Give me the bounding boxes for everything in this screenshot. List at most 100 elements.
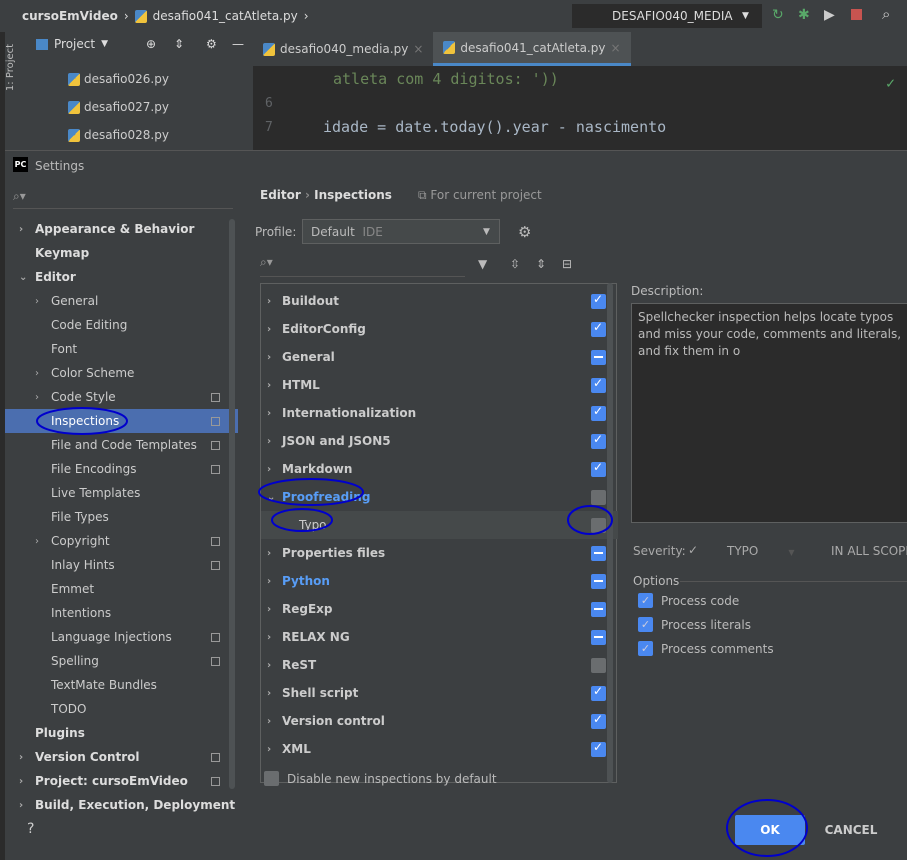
close-icon[interactable]: × [413,42,423,56]
tree-item[interactable]: Language Injections [5,625,238,649]
inspection-row[interactable]: › RegExp [261,595,618,623]
inspection-row[interactable]: › XML [261,735,618,763]
chevron-right-icon[interactable]: › [19,776,23,787]
inspection-row[interactable]: › JSON and JSON5 [261,427,618,455]
tree-scrollbar[interactable] [229,219,235,789]
chevron-right-icon[interactable]: › [267,324,271,335]
tree-item[interactable]: Keymap [5,241,238,265]
inspection-checkbox[interactable] [591,657,606,673]
inspection-checkbox[interactable] [591,489,606,505]
inspection-row[interactable]: ⌄ Proofreading [261,483,618,511]
chevron-down-icon[interactable]: ⌄ [267,492,275,503]
tab-desafio041[interactable]: desafio041_catAtleta.py × [433,32,631,66]
inspection-checkbox[interactable] [591,460,606,477]
option-checkbox[interactable]: ✓ Process comments [638,641,774,656]
inspection-checkbox[interactable] [591,376,606,393]
project-tool-button[interactable]: 1: Project [5,44,16,91]
tree-item[interactable]: Font [5,337,238,361]
inspection-row[interactable]: › Shell script [261,679,618,707]
chevron-right-icon[interactable]: › [267,408,271,419]
reset-icon[interactable]: ⊟ [562,257,572,271]
tree-item[interactable]: File Types [5,505,238,529]
tree-item[interactable]: Intentions [5,601,238,625]
search-icon[interactable]: ⌕ [882,5,890,23]
collapse-all-icon[interactable]: ⇕ [536,257,546,271]
run-config-dropdown[interactable]: DESAFIO040_MEDIA ▼ [572,4,762,28]
inspection-row[interactable]: › Buildout [261,287,618,315]
inspection-checkbox[interactable] [591,432,606,449]
breadcrumb-file[interactable]: desafio041_catAtleta.py [153,9,298,23]
expand-all-icon[interactable]: ⇳ [510,257,520,271]
inspection-checkbox[interactable] [591,545,606,561]
tree-item[interactable]: File Encodings [5,457,238,481]
inspection-row[interactable]: › HTML [261,371,618,399]
tree-item[interactable]: TODO [5,697,238,721]
tree-item[interactable]: Live Templates [5,481,238,505]
coverage-icon[interactable]: ▶ [824,7,835,23]
inspection-row[interactable]: Typo [261,511,618,539]
inspection-checkbox[interactable] [591,712,606,729]
project-view-selector[interactable]: Project [54,37,95,51]
help-button[interactable]: ? [27,821,34,837]
rerun-icon[interactable]: ↻ [772,7,784,23]
stop-icon[interactable] [851,9,862,20]
option-checkbox[interactable]: ✓ Process literals [638,617,751,632]
gear-icon[interactable]: ⚙ [518,223,531,241]
inspection-row[interactable]: › EditorConfig [261,315,618,343]
chevron-right-icon[interactable]: › [267,296,271,307]
inspection-checkbox[interactable] [591,404,606,421]
inspection-checkbox[interactable] [591,740,606,757]
disable-new-checkbox[interactable]: Disable new inspections by default [264,771,497,786]
tree-item[interactable]: File and Code Templates [5,433,238,457]
inspection-row[interactable]: › General [261,343,618,371]
close-icon[interactable]: × [610,41,620,55]
inspection-checkbox[interactable] [591,292,606,309]
tree-item[interactable]: › Color Scheme [5,361,238,385]
chevron-right-icon[interactable]: › [267,688,271,699]
collapse-icon[interactable]: ⇕ [174,37,184,51]
tree-item[interactable]: › Version Control [5,745,238,769]
inspection-checkbox[interactable] [591,320,606,337]
profile-dropdown[interactable]: Default IDE ▼ [302,219,500,244]
inspection-row[interactable]: › Version control [261,707,618,735]
tree-item[interactable]: ⌄ Editor [5,265,238,289]
chevron-right-icon[interactable]: › [267,436,271,447]
breadcrumb-project[interactable]: cursoEmVideo [22,9,118,23]
file-item[interactable]: desafio028.py [68,128,169,142]
chevron-right-icon[interactable]: › [267,380,271,391]
chevron-right-icon[interactable]: › [35,368,39,379]
inspection-row[interactable]: › Properties files [261,539,618,567]
tree-item[interactable]: › Build, Execution, Deployment [5,793,238,817]
gear-icon[interactable]: ⚙ [206,37,217,51]
inspection-row[interactable]: › Internationalization [261,399,618,427]
chevron-right-icon[interactable]: › [19,224,23,235]
file-item[interactable]: desafio026.py [68,72,169,86]
inspection-row[interactable]: › ReST [261,651,618,679]
inspection-checkbox[interactable] [591,573,606,589]
inspection-checkbox[interactable] [591,517,606,533]
option-checkbox[interactable]: ✓ Process code [638,593,739,608]
cancel-button[interactable]: CANCEL [815,815,887,845]
list-scrollbar[interactable] [607,283,613,783]
inspection-search-input[interactable]: ⌕▾ [260,255,465,277]
chevron-down-icon[interactable]: ⌄ [19,272,27,283]
chevron-right-icon[interactable]: › [267,576,271,587]
chevron-right-icon[interactable]: › [267,632,271,643]
chevron-right-icon[interactable]: › [267,660,271,671]
tree-item[interactable]: › Appearance & Behavior [5,217,238,241]
chevron-right-icon[interactable]: › [35,296,39,307]
tree-item[interactable]: Emmet [5,577,238,601]
chevron-right-icon[interactable]: › [19,800,23,811]
tree-item[interactable]: Code Editing [5,313,238,337]
inspection-row[interactable]: › Python [261,567,618,595]
inspection-checkbox[interactable] [591,601,606,617]
inspection-row[interactable]: › Markdown [261,455,618,483]
tab-desafio040[interactable]: desafio040_media.py × [253,32,433,66]
tree-item[interactable]: Spelling [5,649,238,673]
tree-item[interactable]: › Code Style [5,385,238,409]
inspection-checkbox[interactable] [591,684,606,701]
hide-icon[interactable]: — [232,37,244,51]
tree-item[interactable]: Plugins [5,721,238,745]
inspection-checkbox[interactable] [591,349,606,365]
chevron-right-icon[interactable]: › [19,752,23,763]
